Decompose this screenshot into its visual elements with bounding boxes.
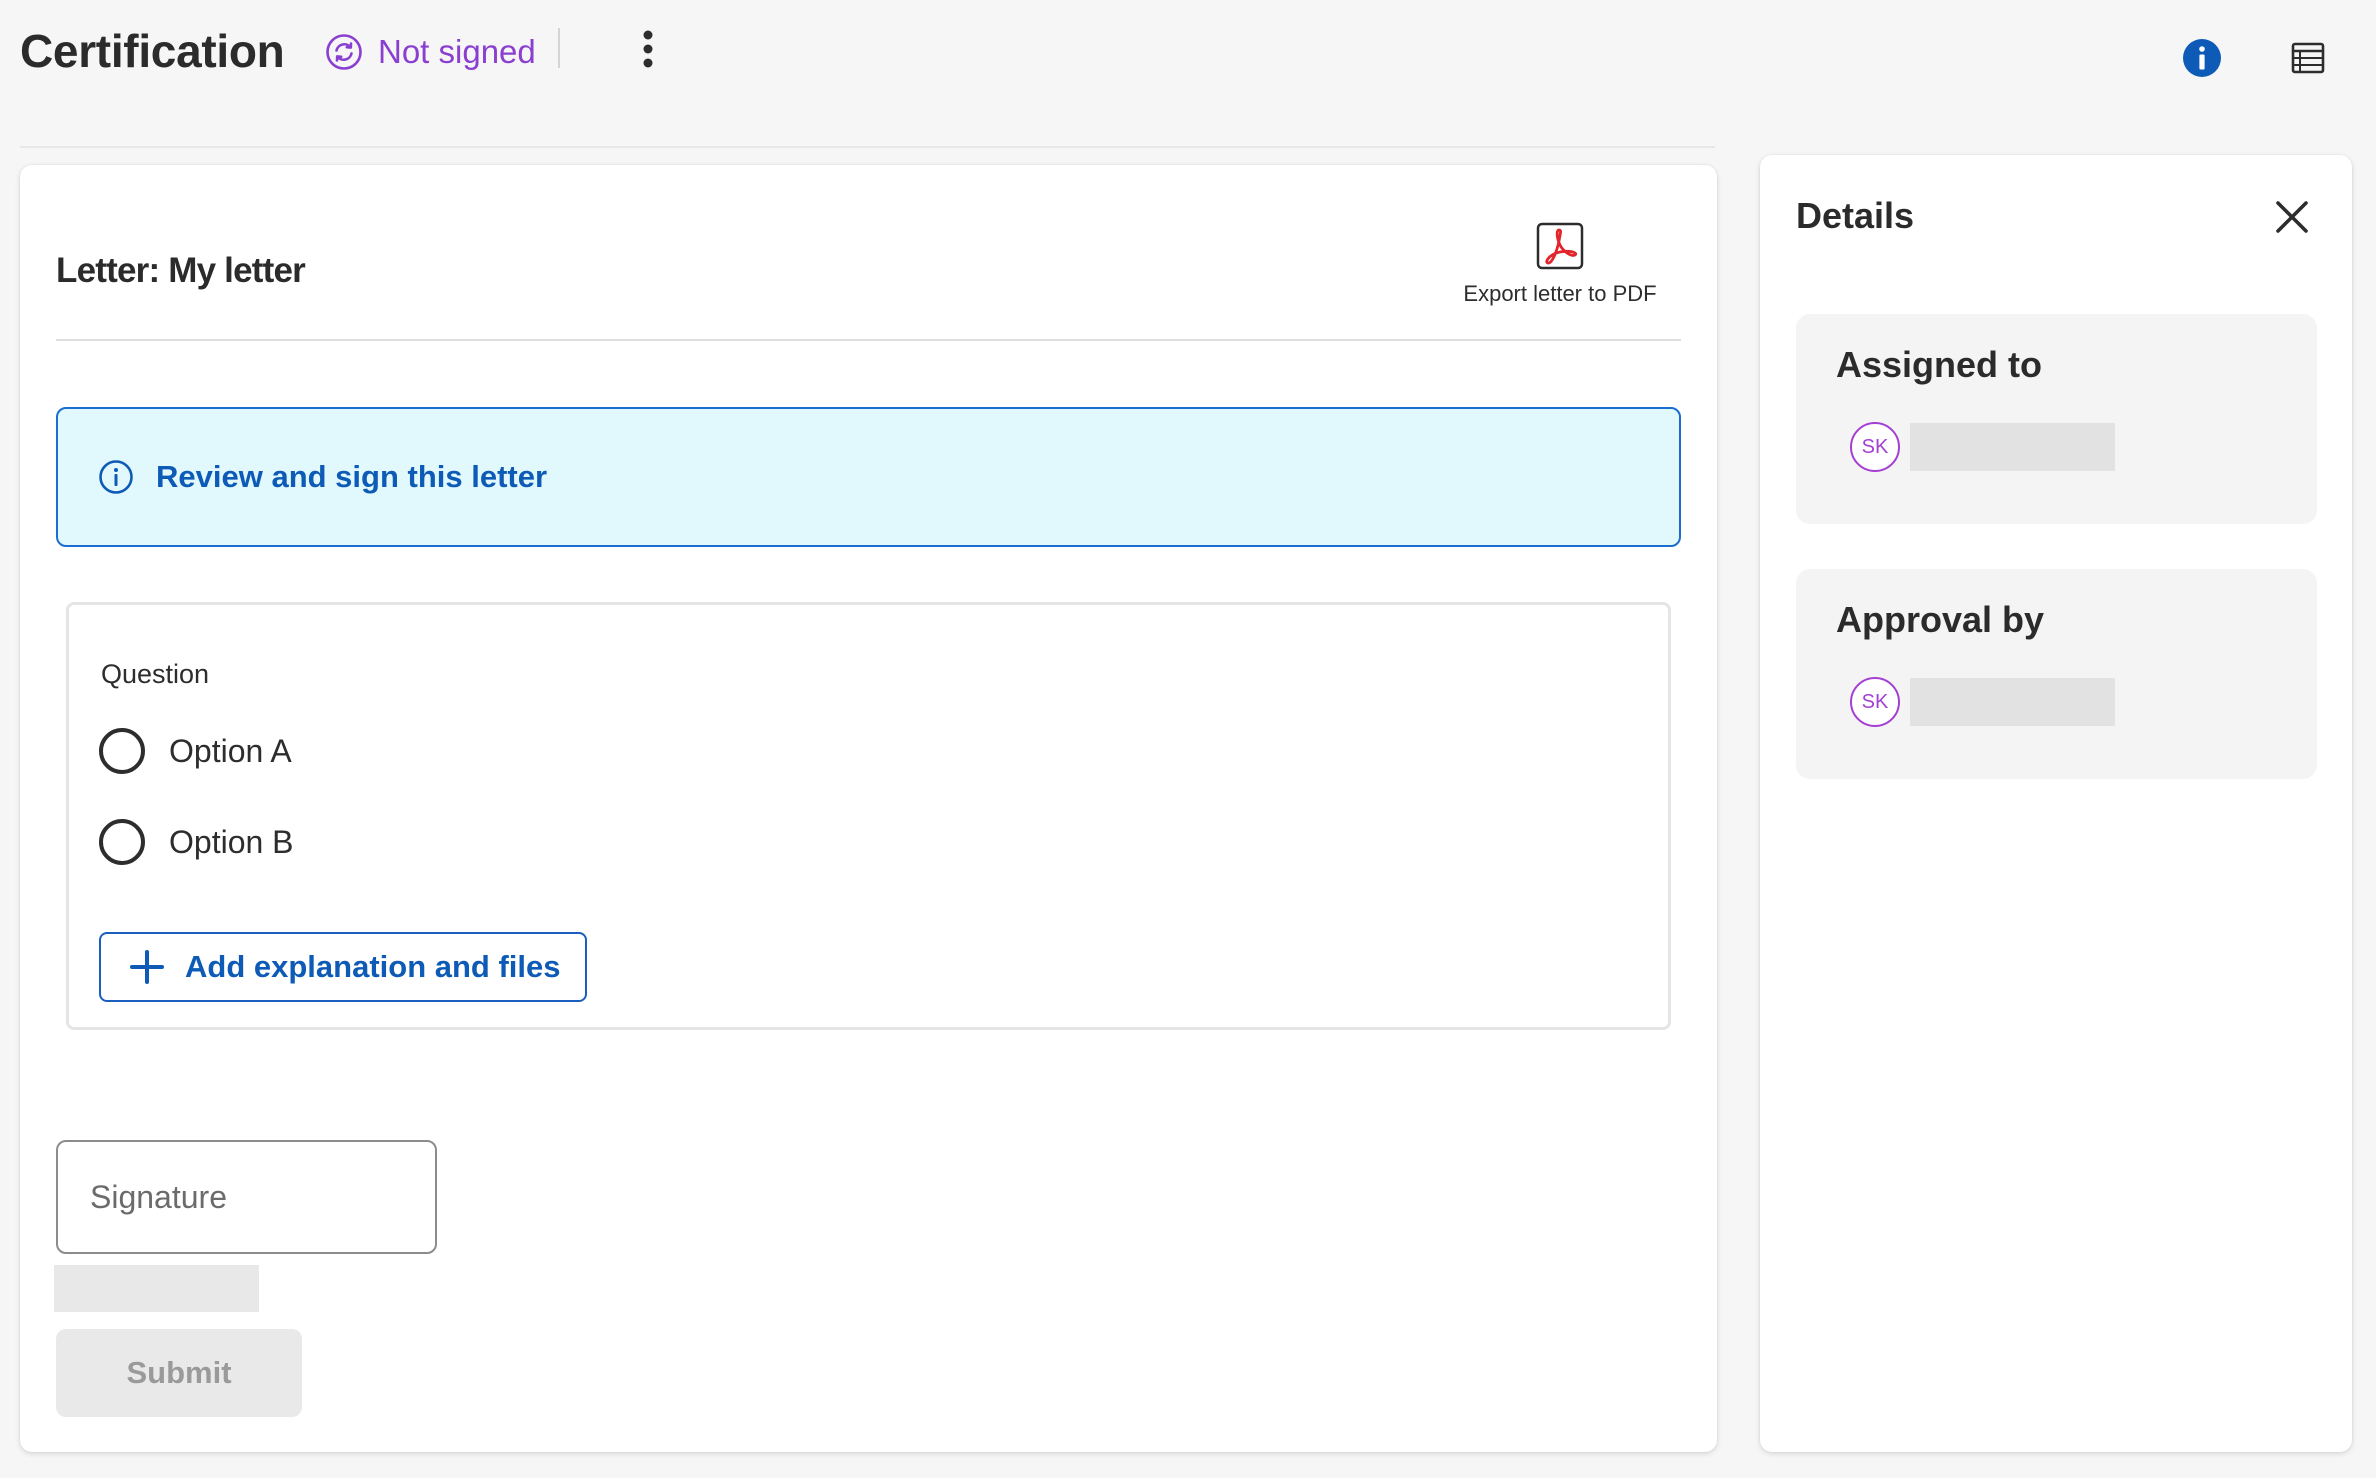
status-label: Not signed: [378, 33, 536, 70]
top-bar: Certification Not signed: [0, 0, 2376, 110]
submit-button[interactable]: Submit: [56, 1329, 302, 1417]
assigned-to-section: Assigned to SK: [1796, 314, 2317, 524]
info-outline-icon: [99, 460, 133, 494]
question-label: Question: [101, 659, 210, 689]
signature-input[interactable]: [56, 1140, 437, 1254]
plus-icon: [130, 950, 164, 984]
radio-option-a[interactable]: Option A: [99, 726, 292, 776]
add-explanation-button[interactable]: Add explanation and files: [99, 932, 587, 1002]
header-underline: [20, 146, 1715, 148]
add-explanation-label: Add explanation and files: [185, 949, 561, 984]
details-panel: Details Assigned to SK Approval by SK: [1760, 155, 2352, 1452]
section-title: Assigned to: [1836, 344, 2043, 385]
sync-icon: [326, 34, 362, 70]
status-indicator: Not signed: [324, 30, 536, 74]
close-icon[interactable]: [2270, 195, 2314, 239]
radio-button[interactable]: [99, 819, 145, 865]
kebab-vertical-icon: [643, 30, 653, 68]
info-alert: Review and sign this letter: [56, 407, 1681, 547]
export-pdf-button[interactable]: Export letter to PDF: [1430, 221, 1690, 321]
info-icon[interactable]: [2182, 38, 2222, 78]
approval-by-section: Approval by SK: [1796, 569, 2317, 779]
radio-button[interactable]: [99, 728, 145, 774]
pdf-icon: [1536, 222, 1584, 270]
signature-placeholder-bar: [54, 1265, 259, 1312]
radio-label: Option A: [169, 732, 292, 769]
table-view-icon[interactable]: [2290, 40, 2326, 76]
letter-card: Letter: My letter Export letter to PDF R…: [20, 165, 1717, 1452]
radio-option-b[interactable]: Option B: [99, 817, 294, 867]
header-divider: [558, 28, 560, 68]
alert-message: Review and sign this letter: [156, 459, 548, 494]
question-box: Question Option A Option B Add explanati…: [66, 602, 1671, 1030]
details-title: Details: [1796, 195, 1915, 236]
letter-title: Letter: My letter: [56, 251, 306, 290]
more-options-button[interactable]: [628, 26, 668, 72]
assignee-name-placeholder: [1910, 423, 2115, 471]
export-label: Export letter to PDF: [1463, 281, 1657, 306]
section-title: Approval by: [1836, 599, 2045, 640]
avatar: SK: [1850, 422, 1900, 472]
letter-divider: [56, 339, 1681, 341]
approver-name-placeholder: [1910, 678, 2115, 726]
avatar: SK: [1850, 677, 1900, 727]
page-title: Certification: [20, 25, 285, 77]
radio-label: Option B: [169, 823, 294, 860]
